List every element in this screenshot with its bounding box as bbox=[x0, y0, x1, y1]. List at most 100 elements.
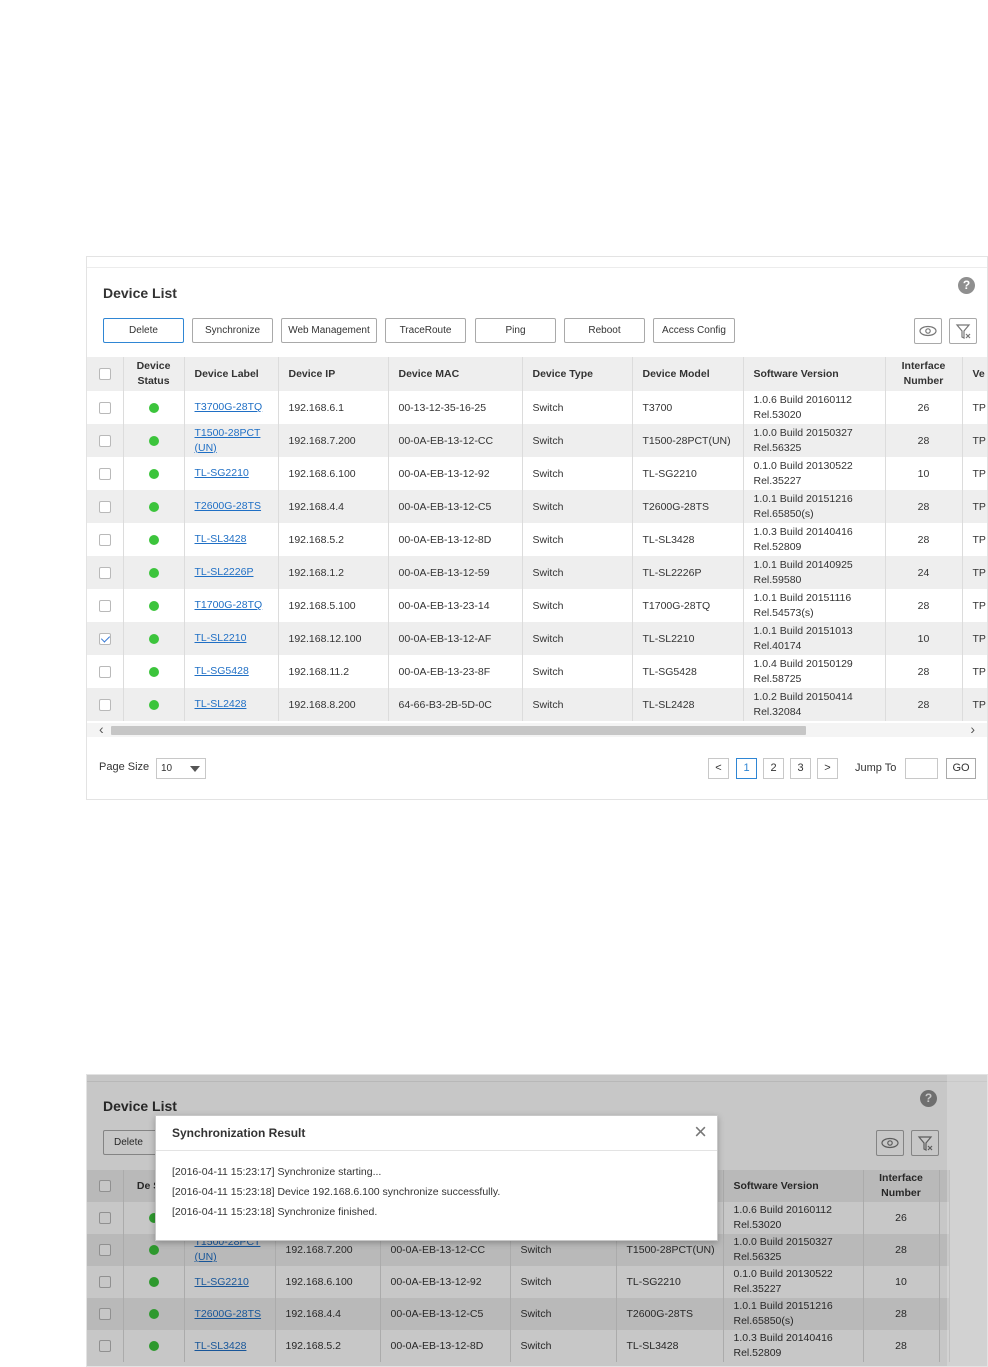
interface-number-cell: 28 bbox=[885, 655, 963, 688]
view-columns-button[interactable] bbox=[914, 318, 942, 344]
ping-button[interactable]: Ping bbox=[475, 318, 556, 343]
reboot-button[interactable]: Reboot bbox=[564, 318, 645, 343]
software-release: Rel.53020 bbox=[753, 408, 802, 421]
col-device-label[interactable]: Device Label bbox=[184, 357, 279, 391]
device-table: Device Status Device Label Device IP Dev… bbox=[87, 357, 987, 721]
horizontal-scrollbar[interactable]: ‹ › bbox=[87, 721, 987, 737]
table-row[interactable]: TL-SL2210 192.168.12.100 00-0A-EB-13-12-AF… bbox=[87, 622, 987, 655]
vertical-scrollbar[interactable] bbox=[947, 1075, 987, 1366]
device-label-link[interactable]: TL-SG2210 bbox=[195, 467, 249, 479]
software-release: Rel.54573(s) bbox=[753, 606, 814, 619]
vendor-cell: TP bbox=[962, 556, 987, 589]
device-label-link[interactable]: T3700G-28TQ bbox=[195, 401, 263, 413]
device-label-link[interactable]: TL-SG5428 bbox=[195, 665, 249, 677]
chevron-down-icon bbox=[190, 766, 200, 772]
prev-page-button[interactable]: < bbox=[708, 758, 729, 779]
synchronize-button[interactable]: Synchronize bbox=[192, 318, 273, 343]
jump-to-input[interactable] bbox=[905, 758, 938, 779]
row-checkbox[interactable] bbox=[98, 533, 111, 546]
device-label-link[interactable]: TL-SL2428 bbox=[195, 698, 247, 710]
help-icon[interactable]: ? bbox=[958, 277, 975, 294]
page-size-select[interactable]: 10 bbox=[156, 758, 206, 779]
page-2-button[interactable]: 2 bbox=[763, 758, 784, 779]
table-row[interactable]: TL-SL2226P 192.168.1.2 00-0A-EB-13-12-59 Sw… bbox=[87, 556, 987, 589]
row-checkbox[interactable] bbox=[98, 599, 111, 612]
page-1-button[interactable]: 1 bbox=[736, 758, 757, 779]
interface-number-cell: 26 bbox=[885, 391, 963, 424]
row-checkbox[interactable] bbox=[98, 566, 111, 579]
device-model-cell: TL-SL2226P bbox=[632, 556, 744, 589]
col-device-ip[interactable]: Device IP bbox=[278, 357, 389, 391]
go-button[interactable]: GO bbox=[946, 758, 976, 779]
device-label-link[interactable]: T2600G-28TS bbox=[195, 500, 262, 512]
status-cell bbox=[123, 556, 185, 589]
access-config-button[interactable]: Access Config bbox=[653, 318, 735, 343]
device-label-link[interactable]: T1700G-28TQ bbox=[195, 599, 263, 611]
interface-number-cell: 28 bbox=[885, 523, 963, 556]
row-select-cell bbox=[87, 589, 124, 622]
select-all-checkbox[interactable] bbox=[98, 368, 111, 381]
software-build: 1.0.3 Build 20140416 bbox=[753, 525, 853, 538]
col-device-status[interactable]: Device Status bbox=[123, 357, 185, 391]
scroll-left-icon[interactable]: ‹ bbox=[99, 721, 104, 737]
device-ip-cell: 192.168.4.4 bbox=[278, 490, 389, 523]
col-software-version[interactable]: Software Version bbox=[743, 357, 886, 391]
device-mac-cell: 00-0A-EB-13-12-59 bbox=[388, 556, 523, 589]
device-label-link[interactable]: TL-SL2210 bbox=[195, 632, 247, 644]
row-checkbox[interactable] bbox=[98, 632, 111, 645]
device-mac-cell: 00-0A-EB-13-12-92 bbox=[388, 457, 523, 490]
device-label-link[interactable]: TL-SL3428 bbox=[195, 533, 247, 545]
device-label-link[interactable]: T1500-28PCT (UN) bbox=[195, 427, 261, 454]
software-release: Rel.56325 bbox=[753, 441, 802, 454]
table-row[interactable]: T1700G-28TQ 192.168.5.100 00-0A-EB-13-23-1… bbox=[87, 589, 987, 622]
online-status-icon bbox=[148, 633, 159, 644]
col-interface-number[interactable]: Interface Number bbox=[885, 357, 963, 391]
row-checkbox[interactable] bbox=[98, 698, 111, 711]
device-label-link[interactable]: TL-SL2226P bbox=[195, 566, 254, 578]
device-ip-cell: 192.168.5.100 bbox=[278, 589, 389, 622]
scroll-thumb[interactable] bbox=[111, 726, 806, 735]
col-device-model[interactable]: Device Model bbox=[632, 357, 744, 391]
row-select-cell bbox=[87, 523, 124, 556]
web-management-button[interactable]: Web Management bbox=[281, 318, 377, 343]
vendor-cell: TP bbox=[962, 424, 987, 457]
table-row[interactable]: TL-SG5428 192.168.11.2 00-0A-EB-13-23-8F Sw… bbox=[87, 655, 987, 688]
row-checkbox[interactable] bbox=[98, 434, 111, 447]
col-device-type[interactable]: Device Type bbox=[522, 357, 633, 391]
online-status-icon bbox=[148, 699, 159, 710]
row-checkbox[interactable] bbox=[98, 401, 111, 414]
col-device-mac[interactable]: Device MAC bbox=[388, 357, 523, 391]
col-version-partial[interactable]: Ve bbox=[962, 357, 987, 391]
scroll-right-icon[interactable]: › bbox=[970, 721, 975, 737]
software-build: 1.0.2 Build 20150414 bbox=[753, 690, 853, 703]
status-cell bbox=[123, 490, 185, 523]
interface-number-cell: 28 bbox=[885, 688, 963, 721]
traceroute-button[interactable]: TraceRoute bbox=[385, 318, 466, 343]
close-icon[interactable]: × bbox=[694, 1121, 707, 1143]
device-mac-cell: 00-0A-EB-13-23-14 bbox=[388, 589, 523, 622]
table-row[interactable]: T2600G-28TS 192.168.4.4 00-0A-EB-13-12-C5 S… bbox=[87, 490, 987, 523]
device-ip-cell: 192.168.5.2 bbox=[278, 523, 389, 556]
device-type-cell: Switch bbox=[522, 622, 633, 655]
next-page-button[interactable]: > bbox=[817, 758, 838, 779]
table-row[interactable]: T3700G-28TQ 192.168.6.1 00-13-12-35-16-25 S… bbox=[87, 391, 987, 424]
page-3-button[interactable]: 3 bbox=[790, 758, 811, 779]
table-row[interactable]: TL-SL2428 192.168.8.200 64-66-B3-2B-5D-0C S… bbox=[87, 688, 987, 721]
software-release: Rel.35227 bbox=[753, 474, 802, 487]
delete-button[interactable]: Delete bbox=[103, 318, 184, 343]
device-model-cell: T3700 bbox=[632, 391, 744, 424]
table-row[interactable]: T1500-28PCT (UN) 192.168.7.200 00-0A-EB-13… bbox=[87, 424, 987, 457]
table-row[interactable]: TL-SG2210 192.168.6.100 00-0A-EB-13-12-92 S… bbox=[87, 457, 987, 490]
eye-icon bbox=[919, 325, 937, 337]
filter-button[interactable] bbox=[949, 318, 977, 344]
software-version-cell: 1.0.6 Build 20160112 Rel.53020 bbox=[743, 391, 886, 424]
status-cell bbox=[123, 655, 185, 688]
vendor-cell: TP bbox=[962, 490, 987, 523]
software-build: 1.0.1 Build 20151013 bbox=[753, 624, 853, 637]
row-checkbox[interactable] bbox=[98, 467, 111, 480]
online-status-icon bbox=[148, 468, 159, 479]
row-checkbox[interactable] bbox=[98, 500, 111, 513]
device-mac-cell: 00-0A-EB-13-12-CC bbox=[388, 424, 523, 457]
table-row[interactable]: TL-SL3428 192.168.5.2 00-0A-EB-13-12-8D Swi… bbox=[87, 523, 987, 556]
row-checkbox[interactable] bbox=[98, 665, 111, 678]
